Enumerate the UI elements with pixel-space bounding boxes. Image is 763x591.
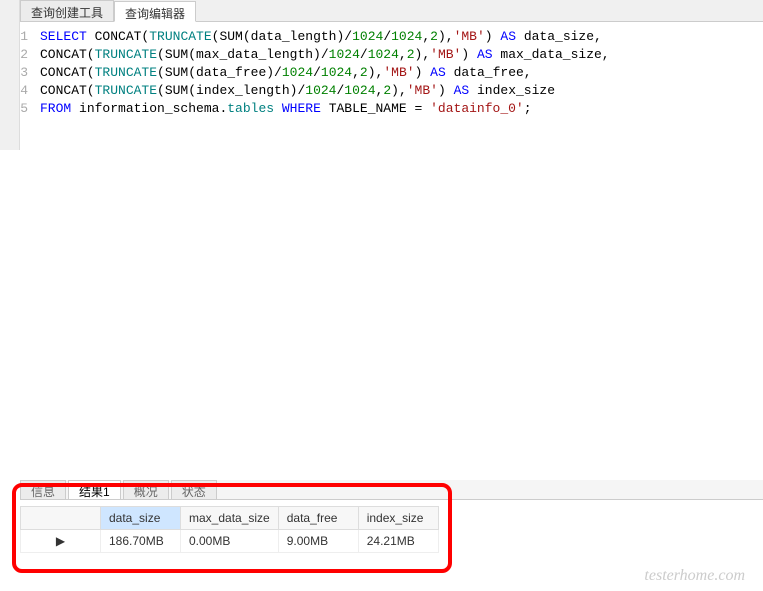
tab-status[interactable]: 状态 — [171, 480, 217, 499]
sql-code-editor[interactable]: SELECT CONCAT(TRUNCATE(SUM(data_length)/… — [40, 22, 763, 482]
result-grid[interactable]: data_size max_data_size data_free index_… — [20, 506, 439, 553]
code-line: CONCAT(TRUNCATE(SUM(max_data_length)/102… — [40, 46, 763, 64]
grid-cell[interactable]: 9.00MB — [278, 530, 358, 553]
left-strip — [0, 0, 20, 150]
grid-cell[interactable]: 24.21MB — [358, 530, 438, 553]
grid-cell[interactable]: 0.00MB — [181, 530, 279, 553]
editor-area: 1 2 3 4 5 SELECT CONCAT(TRUNCATE(SUM(dat… — [0, 22, 763, 482]
column-header[interactable]: data_free — [278, 507, 358, 530]
grid-data-row[interactable]: ▶ 186.70MB 0.00MB 9.00MB 24.21MB — [21, 530, 439, 553]
tab-result1[interactable]: 结果1 — [68, 480, 121, 499]
row-marker-icon: ▶ — [21, 530, 101, 553]
tab-info[interactable]: 信息 — [20, 480, 66, 499]
column-header[interactable]: data_size — [101, 507, 181, 530]
column-header[interactable]: index_size — [358, 507, 438, 530]
code-line: CONCAT(TRUNCATE(SUM(index_length)/1024/1… — [40, 82, 763, 100]
tab-profile[interactable]: 概况 — [123, 480, 169, 499]
code-line: CONCAT(TRUNCATE(SUM(data_free)/1024/1024… — [40, 64, 763, 82]
tab-query-editor[interactable]: 查询编辑器 — [114, 1, 196, 22]
code-line: SELECT CONCAT(TRUNCATE(SUM(data_length)/… — [40, 28, 763, 46]
grid-header-row: data_size max_data_size data_free index_… — [21, 507, 439, 530]
column-header[interactable]: max_data_size — [181, 507, 279, 530]
tab-query-builder[interactable]: 查询创建工具 — [20, 0, 114, 21]
grid-cell[interactable]: 186.70MB — [101, 530, 181, 553]
top-tabs: 查询创建工具 查询编辑器 — [20, 0, 763, 22]
result-tabs: 信息 结果1 概况 状态 — [20, 480, 763, 500]
result-area: 信息 结果1 概况 状态 data_size max_data_size dat… — [20, 480, 763, 553]
code-line: FROM information_schema.tables WHERE TAB… — [40, 100, 763, 118]
watermark: testerhome.com — [644, 567, 745, 585]
row-marker-header — [21, 507, 101, 530]
